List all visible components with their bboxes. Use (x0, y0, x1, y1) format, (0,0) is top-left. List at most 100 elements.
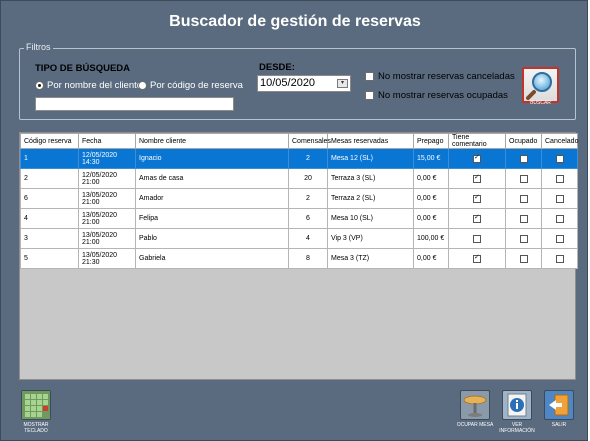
reservation-code-cell[interactable]: 5 (20, 248, 79, 269)
checkbox-icon[interactable] (555, 194, 564, 203)
has-comment-cell[interactable] (448, 148, 506, 169)
checkbox-icon[interactable] (473, 193, 481, 203)
tables-cell[interactable]: Mesa 12 (SL) (327, 148, 414, 169)
diners-cell[interactable]: 6 (288, 208, 328, 229)
date-cell[interactable]: 12/05/2020 14:30 (78, 148, 136, 169)
diners-cell[interactable]: 2 (288, 148, 328, 169)
prepayment-cell[interactable]: 100,00 € (413, 228, 449, 249)
client-name-cell[interactable]: Gabriela (135, 248, 289, 269)
checkbox-icon[interactable] (555, 174, 564, 183)
column-header[interactable]: Cancelado (541, 133, 578, 149)
table-row[interactable]: 4 13/05/2020 21:00 Felipa 6 Mesa 10 (SL) 0,00… (20, 208, 578, 229)
cancelled-cell[interactable] (541, 148, 578, 169)
diners-cell[interactable]: 20 (288, 168, 328, 189)
cancelled-cell[interactable] (541, 168, 578, 189)
date-cell[interactable]: 13/05/2020 21:30 (78, 248, 136, 269)
checkbox-hide-occupied[interactable]: No mostrar reservas ocupadas (365, 90, 508, 101)
has-comment-cell[interactable] (448, 248, 506, 269)
has-comment-cell[interactable] (448, 188, 506, 209)
column-header[interactable]: Fecha (78, 133, 136, 149)
radio-button-icon[interactable] (138, 81, 147, 90)
occupied-cell[interactable] (505, 228, 542, 249)
reservation-code-cell[interactable]: 1 (20, 148, 79, 169)
date-cell[interactable]: 12/05/2020 21:00 (78, 168, 136, 189)
prepayment-cell[interactable]: 15,00 € (413, 148, 449, 169)
column-header[interactable]: Nombre cliente (135, 133, 289, 149)
checkbox-icon[interactable] (473, 234, 481, 243)
checkbox-hide-cancelled[interactable]: No mostrar reservas canceladas (365, 71, 515, 82)
checkbox-icon[interactable] (555, 254, 564, 263)
show-keyboard-button[interactable] (21, 390, 51, 420)
column-header[interactable]: Tiene comentario (448, 133, 506, 149)
column-header[interactable]: Prepago (413, 133, 449, 149)
column-header[interactable]: Ocupado (505, 133, 542, 149)
reservation-code-cell[interactable]: 6 (20, 188, 79, 209)
column-header[interactable]: Código reserva (20, 133, 79, 149)
tables-cell[interactable]: Terraza 2 (SL) (327, 188, 414, 209)
checkbox-icon[interactable] (365, 72, 374, 81)
client-name-cell[interactable]: Pablo (135, 228, 289, 249)
occupied-cell[interactable] (505, 208, 542, 229)
table-row[interactable]: 1 12/05/2020 14:30 Ignacio 2 Mesa 12 (SL) 15,… (20, 148, 578, 169)
table-row[interactable]: 3 13/05/2020 21:00 Pablo 4 Vip 3 (VP) 100,00 … (20, 228, 578, 249)
has-comment-cell[interactable] (448, 228, 506, 249)
checkbox-icon[interactable] (365, 91, 374, 100)
checkbox-icon[interactable] (555, 154, 564, 163)
client-name-cell[interactable]: Amador (135, 188, 289, 209)
column-header[interactable]: Comensales (288, 133, 331, 149)
diners-cell[interactable]: 8 (288, 248, 328, 269)
checkbox-icon[interactable] (473, 253, 481, 263)
checkbox-icon[interactable] (555, 234, 564, 243)
checkbox-icon[interactable] (473, 153, 481, 163)
cancelled-cell[interactable] (541, 188, 578, 209)
checkbox-icon[interactable] (519, 234, 528, 243)
checkbox-icon[interactable] (519, 154, 528, 163)
cancelled-cell[interactable] (541, 248, 578, 269)
checkbox-icon[interactable] (519, 194, 528, 203)
table-row[interactable]: 6 13/05/2020 21:00 Amador 2 Terraza 2 (SL) 0,… (20, 188, 578, 209)
checkbox-icon[interactable] (555, 214, 564, 223)
radio-button-icon[interactable] (35, 81, 44, 90)
checkbox-icon[interactable] (519, 214, 528, 223)
reservation-code-cell[interactable]: 4 (20, 208, 79, 229)
date-cell[interactable]: 13/05/2020 21:00 (78, 208, 136, 229)
client-name-cell[interactable]: Amas de casa (135, 168, 289, 189)
occupied-cell[interactable] (505, 148, 542, 169)
prepayment-cell[interactable]: 0,00 € (413, 188, 449, 209)
radio-by-code[interactable]: Por código de reserva (138, 80, 243, 91)
occupied-cell[interactable] (505, 168, 542, 189)
tables-cell[interactable]: Vip 3 (VP) (327, 228, 414, 249)
cancelled-cell[interactable] (541, 208, 578, 229)
prepayment-cell[interactable]: 0,00 € (413, 168, 449, 189)
date-cell[interactable]: 13/05/2020 21:00 (78, 228, 136, 249)
checkbox-icon[interactable] (473, 173, 481, 183)
calendar-dropdown-icon[interactable]: ▾ (337, 79, 348, 88)
has-comment-cell[interactable] (448, 208, 506, 229)
has-comment-cell[interactable] (448, 168, 506, 189)
prepayment-cell[interactable]: 0,00 € (413, 208, 449, 229)
search-button[interactable] (522, 67, 559, 103)
exit-button[interactable] (544, 390, 574, 420)
date-cell[interactable]: 13/05/2020 21:00 (78, 188, 136, 209)
diners-cell[interactable]: 2 (288, 188, 328, 209)
search-input[interactable] (35, 97, 234, 111)
checkbox-icon[interactable] (473, 213, 481, 223)
occupied-cell[interactable] (505, 188, 542, 209)
tables-cell[interactable]: Terraza 3 (SL) (327, 168, 414, 189)
tables-cell[interactable]: Mesa 10 (SL) (327, 208, 414, 229)
occupied-cell[interactable] (505, 248, 542, 269)
from-date-field[interactable]: 10/05/2020 ▾ (257, 75, 351, 92)
client-name-cell[interactable]: Ignacio (135, 148, 289, 169)
checkbox-icon[interactable] (519, 174, 528, 183)
occupy-table-button[interactable] (460, 390, 490, 420)
tables-cell[interactable]: Mesa 3 (TZ) (327, 248, 414, 269)
client-name-cell[interactable]: Felipa (135, 208, 289, 229)
table-row[interactable]: 2 12/05/2020 21:00 Amas de casa 20 Terraza 3… (20, 168, 578, 189)
radio-by-client[interactable]: Por nombre del cliente (35, 80, 142, 91)
checkbox-icon[interactable] (519, 254, 528, 263)
reservation-code-cell[interactable]: 2 (20, 168, 79, 189)
diners-cell[interactable]: 4 (288, 228, 328, 249)
reservation-code-cell[interactable]: 3 (20, 228, 79, 249)
cancelled-cell[interactable] (541, 228, 578, 249)
prepayment-cell[interactable]: 0,00 € (413, 248, 449, 269)
